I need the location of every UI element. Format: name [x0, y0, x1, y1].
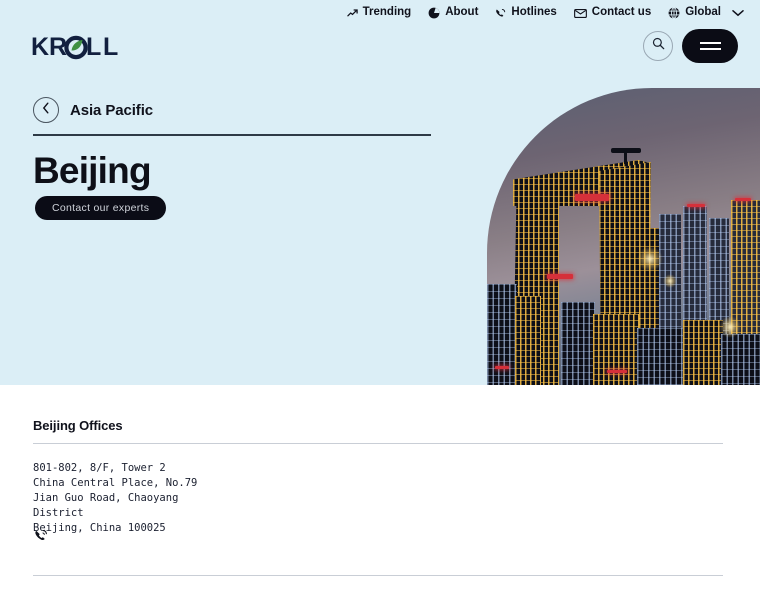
menu-button[interactable] — [682, 29, 738, 63]
nav-item-about[interactable]: About — [428, 7, 478, 19]
nav-label-global: Global — [685, 6, 721, 19]
kroll-logo[interactable]: K R L L KROLL — [31, 33, 133, 60]
chevron-down-icon[interactable] — [732, 9, 744, 17]
page-title: Beijing — [33, 150, 152, 191]
offices-heading: Beijing Offices — [33, 418, 123, 433]
hero-divider — [33, 134, 431, 136]
nav-item-global[interactable]: Global — [668, 7, 744, 19]
hamburger-icon-line — [699, 42, 721, 44]
svg-text:K: K — [31, 33, 49, 60]
contact-experts-button[interactable]: Contact our experts — [35, 196, 167, 220]
nav-label-contact-us: Contact us — [591, 6, 652, 19]
office-address: 801-802, 8/F, Tower 2 China Central Plac… — [33, 462, 198, 534]
hamburger-icon-line — [699, 48, 721, 50]
page-root: K R L L KROLL Trending — [0, 0, 760, 600]
svg-text:L: L — [103, 33, 118, 60]
envelope-icon — [573, 8, 587, 19]
utility-nav: Trending About Hotlines Contact us Globa… — [346, 6, 744, 19]
phone-icon — [495, 8, 506, 19]
trending-arrow-icon — [346, 8, 358, 19]
nav-item-hotlines[interactable]: Hotlines — [495, 6, 557, 19]
skyline — [487, 88, 760, 385]
hero-image — [487, 88, 760, 385]
back-button[interactable] — [33, 97, 59, 123]
nav-label-about: About — [445, 6, 479, 19]
globe-icon — [668, 7, 680, 19]
offices-section: Beijing Offices 801-802, 8/F, Tower 2 Ch… — [0, 385, 760, 600]
chevron-left-icon — [42, 101, 50, 119]
offices-divider — [33, 443, 723, 444]
breadcrumb-label[interactable]: Asia Pacific — [70, 102, 153, 119]
nav-item-contact-us[interactable]: Contact us — [573, 6, 652, 19]
breadcrumb: Asia Pacific — [33, 97, 153, 123]
nav-label-hotlines: Hotlines — [511, 6, 557, 19]
nav-item-trending[interactable]: Trending — [346, 6, 412, 19]
svg-text:R: R — [49, 33, 67, 60]
office-phone-icon[interactable] — [34, 529, 48, 548]
section-bottom-divider — [33, 575, 723, 576]
svg-text:L: L — [86, 33, 101, 60]
search-button[interactable] — [643, 31, 673, 61]
about-circle-icon — [428, 7, 440, 19]
nav-label-trending: Trending — [362, 6, 412, 19]
hero-section: K R L L KROLL Trending — [0, 0, 760, 385]
search-icon — [652, 37, 665, 55]
